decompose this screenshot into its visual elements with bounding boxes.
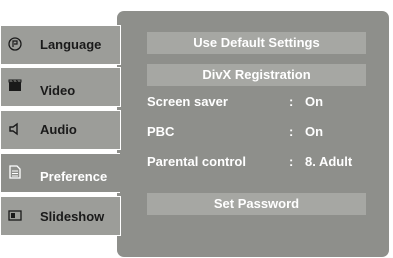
tab-label: Slideshow [40,209,105,224]
setting-label: PBC [147,124,175,139]
setting-row-pbc[interactable]: PBC : On [147,122,382,142]
picture-icon [8,208,22,222]
setting-row-screen-saver[interactable]: Screen saver : On [147,92,382,112]
setting-value: On [305,94,324,109]
setting-value: 8. Adult [305,154,353,169]
setting-label: Screen saver [147,94,228,109]
tab-audio[interactable]: Audio [0,110,121,150]
document-icon [8,165,22,179]
tab-label: Preference [40,169,108,184]
setting-value: On [305,124,324,139]
use-default-settings-button[interactable]: Use Default Settings [147,32,366,54]
tab-label: Video [40,83,76,98]
setting-colon: : [289,94,294,109]
setting-row-parental-control[interactable]: Parental control : 8. Adult [147,152,382,172]
setting-colon: : [289,124,294,139]
disc-icon [8,37,22,51]
video-icon [8,79,22,93]
tab-video[interactable]: Video [0,67,121,107]
tab-slideshow[interactable]: Slideshow [0,196,121,236]
setting-label: Parental control [147,154,246,169]
divx-registration-button[interactable]: DivX Registration [147,64,366,86]
set-password-button[interactable]: Set Password [147,193,366,215]
setting-colon: : [289,154,294,169]
tab-label: Language [40,37,102,52]
tab-preference[interactable]: Preference [0,153,120,193]
speaker-icon [8,122,22,136]
setup-menu: Use Default Settings DivX Registration S… [0,0,393,258]
tab-language[interactable]: Language [0,25,121,65]
tab-label: Audio [40,122,77,137]
settings-panel: Use Default Settings DivX Registration S… [117,11,389,257]
